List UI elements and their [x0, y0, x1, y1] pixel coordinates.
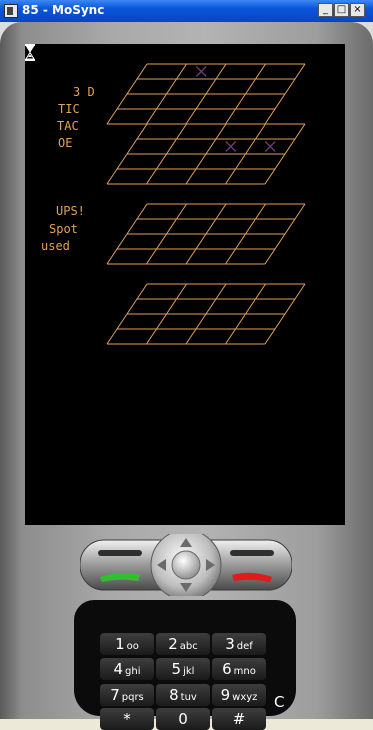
message-line-1: UPS! [56, 204, 85, 218]
game-title-line-4: OE [58, 136, 73, 150]
key-digit: 5 [171, 660, 182, 678]
window-title: 85 - MoSync [22, 3, 105, 17]
board-layer-4[interactable] [106, 283, 306, 345]
key-letters: wxyz [232, 692, 258, 703]
minimize-button[interactable]: _ [318, 3, 333, 17]
x-marker [264, 141, 276, 152]
message-line-3: used [41, 239, 70, 253]
key-digit: 7 [110, 686, 120, 704]
key-star[interactable]: * [100, 708, 154, 730]
game-title-line-3: TAC [57, 119, 79, 133]
key-5[interactable]: 5 jkl [156, 658, 210, 680]
dpad-select-button[interactable] [171, 550, 201, 580]
key-digit: 8 [169, 686, 179, 704]
hourglass-icon [25, 44, 35, 61]
window-app-icon[interactable] [4, 4, 18, 18]
key-letters: abc [179, 641, 198, 652]
x-marker [225, 141, 237, 152]
phone-body: 3 D TIC TAC OE UPS! Spot used 1 oo 2 abc… [0, 22, 373, 730]
key-letters: tuv [180, 692, 197, 703]
board-layer-2[interactable] [106, 123, 306, 185]
game-title-line-1: 3 D [73, 85, 95, 99]
key-digit: # [232, 710, 246, 728]
keypad: 1 oo 2 abc 3 def 4 ghi 5 jkl 6 mno 7 pqrs 8 tuv 9 wxyz * 0 # [74, 600, 296, 730]
board-layer-1[interactable] [106, 63, 306, 125]
window-titlebar: 85 - MoSync _ □ × [0, 0, 373, 22]
key-digit: 0 [178, 710, 188, 728]
key-letters: def [236, 641, 253, 652]
key-digit: 4 [113, 660, 124, 678]
key-letters: ghi [125, 666, 141, 677]
maximize-button[interactable]: □ [334, 3, 349, 17]
close-button[interactable]: × [350, 3, 365, 17]
key-digit: * [123, 710, 131, 728]
key-digit: 1 [115, 635, 125, 653]
x-marker [195, 66, 207, 77]
key-letters: pqrs [121, 692, 144, 703]
game-title-line-2: TIC [58, 102, 80, 116]
left-soft-key[interactable] [98, 550, 142, 556]
message-line-2: Spot [49, 222, 78, 236]
emulator-frame: 3 D TIC TAC OE UPS! Spot used 1 oo 2 abc… [0, 22, 373, 730]
key-7[interactable]: 7 pqrs [100, 684, 154, 706]
key-2[interactable]: 2 abc [156, 633, 210, 655]
clear-key[interactable]: C [274, 693, 284, 711]
key-9[interactable]: 9 wxyz [212, 684, 266, 706]
board-layer-3[interactable] [106, 203, 306, 265]
key-digit: 2 [168, 635, 178, 653]
key-digit: 6 [222, 660, 232, 678]
key-3[interactable]: 3 def [212, 633, 266, 655]
key-hash[interactable]: # [212, 708, 266, 730]
key-4[interactable]: 4 ghi [100, 658, 154, 680]
key-6[interactable]: 6 mno [212, 658, 266, 680]
key-0[interactable]: 0 [156, 708, 210, 730]
key-letters: mno [233, 666, 256, 677]
right-soft-key[interactable] [230, 550, 274, 556]
key-digit: 9 [220, 686, 231, 704]
navigation-pad [80, 534, 292, 596]
key-digit: 3 [225, 635, 235, 653]
key-8[interactable]: 8 tuv [156, 684, 210, 706]
key-letters: jkl [183, 666, 195, 677]
key-letters: oo [126, 641, 139, 652]
phone-screen[interactable]: 3 D TIC TAC OE UPS! Spot used [25, 44, 345, 525]
key-1[interactable]: 1 oo [100, 633, 154, 655]
